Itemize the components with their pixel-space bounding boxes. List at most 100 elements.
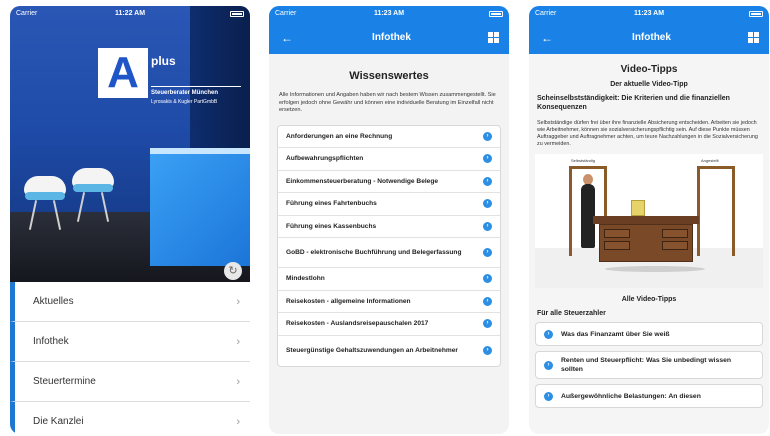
menu-item-steuertermine[interactable]: Steuertermine › [10,362,250,402]
chevron-circle-icon: › [483,346,492,355]
battery-icon [443,10,503,17]
nav-title: Infothek [372,32,411,43]
list-item[interactable]: Aufbewahrungspflichten › [278,148,500,171]
chevron-circle-icon: › [544,360,553,370]
list-item[interactable]: › Was das Finanzamt über Sie weiß [535,322,763,346]
desk-shadow [605,266,705,272]
app-header: Carrier 11:23 AM ← Infothek [269,6,509,54]
menu-item-label: Steuertermine [33,376,96,387]
list-item[interactable]: Einkommensteuerberatung - Notwendige Bel… [278,171,500,193]
refresh-icon[interactable]: ↻ [224,262,242,280]
list-item[interactable]: Anforderungen an eine Rechnung › [278,126,500,148]
list-item[interactable]: GoBD - elektronische Buchführung und Bel… [278,238,500,268]
list-item[interactable]: Reisekosten - Auslandsreisepauschalen 20… [278,313,500,336]
video-list: › Was das Finanzamt über Sie weiß › Renten… [535,322,763,408]
page-title: Wissenswertes [349,70,429,82]
list-item-label: Was das Finanzamt über Sie weiß [561,330,670,338]
chevron-circle-icon: › [483,221,492,231]
chevron-circle-icon: › [483,199,492,209]
list-item[interactable]: › Renten und Steuerpflicht: Was Sie unbed… [535,351,763,379]
list-item-label: Anforderungen an eine Rechnung [286,132,393,140]
list-item-label: Renten und Steuerpflicht: Was Sie unbedi… [561,357,732,373]
chevron-circle-icon: › [483,274,492,284]
list-item-label: Außergewöhnliche Belastungen: An diesen [561,392,701,400]
article-title: Scheinselbstständigkeit: Die Kriterien u… [537,95,730,111]
chevron-right-icon: › [236,375,240,388]
grid-icon[interactable] [487,32,499,43]
status-bar: Carrier 11:22 AM [10,6,250,21]
list-item[interactable]: Mindestlohn › [278,268,500,291]
phone-home-screen: A plus Steuerberater München Lyrosakis &… [10,6,250,434]
nav-bar: ← Infothek [269,21,509,54]
list-item[interactable]: Steuergünstige Gehaltszuwendungen an Arb… [278,336,500,366]
list-item-label: GoBD - elektronische Buchführung und Bel… [286,249,462,256]
menu-item-label: Aktuelles [33,296,74,307]
logo-partners: Lyrosakis & Kugler PartGmbB [151,99,218,105]
list-item-label: Führung eines Kassenbuchs [286,222,377,230]
status-time: 11:22 AM [114,10,146,17]
back-arrow-icon[interactable]: ← [279,31,295,45]
video-thumbnail[interactable]: Selbstständig Angestellt [535,154,763,288]
list-item-label: Einkommensteuerberatung - Notwendige Bel… [286,177,439,185]
carrier-label: Carrier [275,10,297,17]
status-time: 11:23 AM [633,10,665,17]
chair-left-seat [25,192,65,200]
battery-icon [703,10,763,17]
list-item-label: Steuergünstige Gehaltszuwendungen an Arb… [286,347,458,354]
list-item[interactable]: Führung eines Fahrtenbuchs › [278,193,500,216]
infothek-content: Wissenswertes Alle Informationen und Ang… [269,54,509,367]
status-bar: Carrier 11:23 AM [269,6,509,21]
nav-bar: ← Infothek [529,21,769,54]
chevron-circle-icon: › [544,391,553,401]
chevron-right-icon: › [236,415,240,428]
chevron-right-icon: › [236,335,240,348]
grid-icon[interactable] [747,32,759,43]
article-text: Selbstständige dürfen frei über ihre fin… [537,120,758,147]
topic-list: Anforderungen an eine Rechnung › Aufbewah… [277,124,501,367]
page-title: Video-Tipps [620,64,678,75]
chevron-circle-icon: › [483,176,492,186]
menu-item-aktuelles[interactable]: Aktuelles › [10,282,250,322]
desk-body [599,224,693,262]
list-item[interactable]: Führung eines Kassenbuchs › [278,216,500,238]
office-photo: A plus Steuerberater München Lyrosakis &… [10,6,250,282]
group-heading: Für alle Steuerzahler [537,310,606,317]
list-item-label: Führung eines Fahrtenbuchs [286,200,377,208]
list-item[interactable]: Reisekosten - allgemeine Informationen › [278,291,500,313]
logo-divider [151,86,241,87]
current-tip-heading: Der aktuelle Video-Tipp [610,81,688,88]
desk-box [631,200,645,216]
logo-plus: plus [151,54,176,68]
back-arrow-icon[interactable]: ← [539,31,555,45]
chevron-right-icon: › [236,295,240,308]
phone-infothek-screen: Carrier 11:23 AM ← Infothek Wissenswerte… [269,6,509,434]
status-time: 11:23 AM [373,10,405,17]
status-bar: Carrier 11:23 AM [529,6,769,21]
door-right [697,166,735,256]
app-header: Carrier 11:23 AM ← Infothek [529,6,769,54]
menu-item-infothek[interactable]: Infothek › [10,322,250,362]
door-label-right: Angestellt [701,158,719,163]
menu-item-die-kanzlei[interactable]: Die Kanzlei › [10,402,250,434]
list-item-label: Mindestlohn [286,275,325,283]
logo-letter: A [98,48,148,98]
chevron-circle-icon: › [483,131,492,141]
chevron-circle-icon: › [483,319,492,329]
carrier-label: Carrier [535,10,557,17]
carrier-label: Carrier [16,10,38,17]
video-tipps-content: Video-Tipps Der aktuelle Video-Tipp Sche… [529,54,769,408]
phone-video-tipps-screen: Carrier 11:23 AM ← Infothek Video-Tipps … [529,6,769,434]
list-item-label: Reisekosten - Auslandsreisepauschalen 20… [286,320,429,328]
chevron-circle-icon: › [544,329,553,339]
chevron-circle-icon: › [483,296,492,306]
nav-title: Infothek [632,32,671,43]
menu-item-label: Die Kanzlei [33,416,84,427]
logo-subtitle: Steuerberater München [151,90,219,96]
list-item-label: Reisekosten - allgemeine Informationen [286,297,411,305]
list-item-label: Aufbewahrungspflichten [286,155,364,163]
chair-right-seat [73,184,113,192]
chevron-circle-icon: › [483,248,492,257]
chevron-circle-icon: › [483,154,492,164]
disclaimer-text: Alle Informationen und Angaben haben wir… [279,92,496,113]
list-item[interactable]: › Außergewöhnliche Belastungen: An diesen [535,384,763,408]
